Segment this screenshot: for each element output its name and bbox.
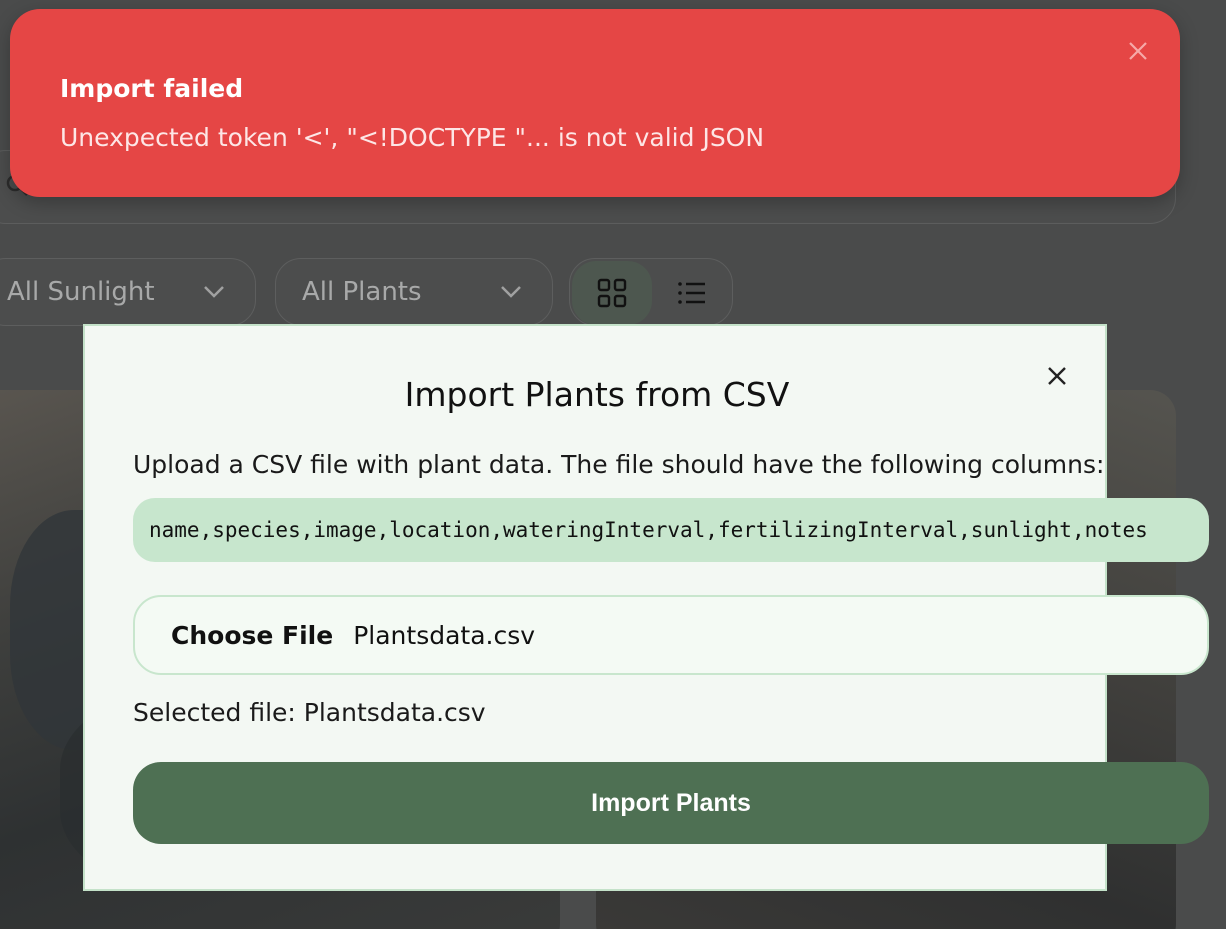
chevron-down-icon: [501, 286, 521, 298]
list-icon: [678, 282, 705, 304]
grid-view-button[interactable]: [572, 261, 652, 325]
close-icon[interactable]: [1126, 39, 1150, 63]
toast-message: Unexpected token '<', "<!DOCTYPE "... is…: [60, 123, 765, 152]
csv-columns-code: name,species,image,location,wateringInte…: [133, 498, 1209, 562]
sunlight-filter-select[interactable]: All Sunlight: [0, 258, 256, 326]
toast-title: Import failed: [60, 74, 244, 103]
modal-title: Import Plants from CSV: [404, 375, 790, 414]
selected-file-text: Selected file: Plantsdata.csv: [133, 698, 486, 727]
chevron-down-icon: [204, 286, 224, 298]
error-toast: Import failed Unexpected token '<', "<!D…: [10, 9, 1180, 197]
choose-file-button[interactable]: Choose File: [171, 621, 333, 650]
modal-description: Upload a CSV file with plant data. The f…: [133, 450, 1105, 479]
list-view-button[interactable]: [652, 261, 732, 325]
plants-filter-label: All Plants: [302, 277, 422, 307]
import-modal: Import Plants from CSV Upload a CSV file…: [83, 324, 1209, 891]
sunlight-filter-label: All Sunlight: [7, 277, 155, 307]
file-name: Plantsdata.csv: [353, 620, 536, 650]
file-input[interactable]: Choose File Plantsdata.csv: [133, 595, 1209, 675]
view-toggle: [569, 258, 733, 326]
plants-filter-select[interactable]: All Plants: [275, 258, 553, 326]
grid-icon: [597, 278, 627, 308]
import-plants-button[interactable]: Import Plants: [133, 762, 1209, 844]
